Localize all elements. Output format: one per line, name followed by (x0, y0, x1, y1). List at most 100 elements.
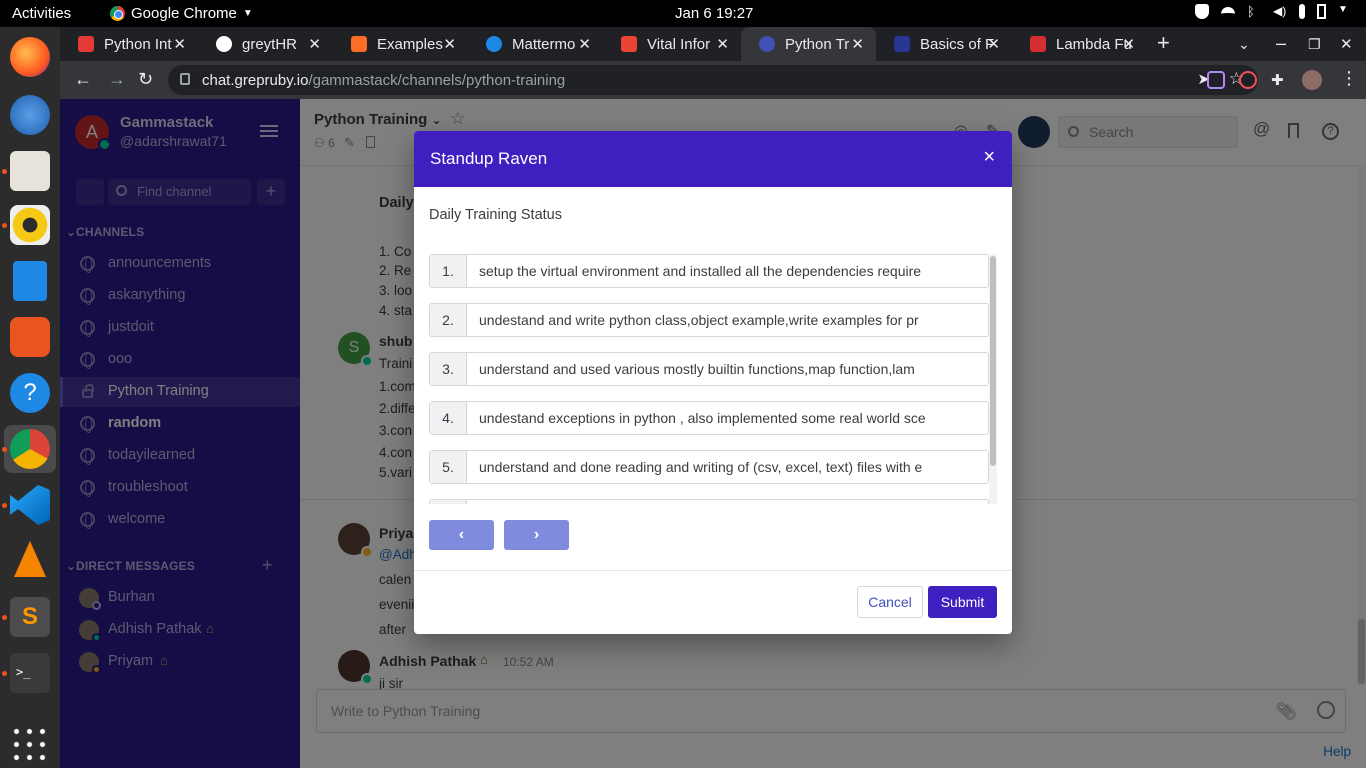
status-item-number: 3. (430, 353, 467, 385)
profile-avatar[interactable] (1302, 70, 1322, 90)
status-item-input[interactable]: understand and done reading and writing … (467, 451, 988, 483)
chevron-right-icon: › (533, 526, 540, 543)
status-item-input[interactable]: setup the virtual environment and instal… (467, 255, 988, 287)
files-icon[interactable] (10, 151, 50, 191)
status-item-number: 1. (430, 255, 467, 287)
status-item-row: 2. undestand and write python class,obje… (429, 303, 989, 337)
extension-record-icon[interactable] (1239, 71, 1257, 89)
cancel-button[interactable]: Cancel (857, 586, 923, 618)
status-item-input[interactable]: undestand and write python class,object … (467, 304, 988, 336)
url-host: chat.grepruby.io (202, 72, 309, 89)
close-tab-icon[interactable]: ✕ (716, 35, 729, 53)
close-tab-icon[interactable]: ✕ (1122, 35, 1135, 53)
close-tab-icon[interactable]: ✕ (443, 35, 456, 53)
app-dock: ? S >_ (0, 27, 60, 768)
status-item-row: 1. setup the virtual environment and ins… (429, 254, 989, 288)
status-item-row: 3. understand and used various mostly bu… (429, 352, 989, 386)
back-icon[interactable]: ← (74, 69, 92, 90)
tab-favicon-icon (894, 36, 910, 52)
new-tab-icon[interactable]: + (1157, 30, 1170, 56)
firefox-icon[interactable] (10, 37, 50, 77)
status-item-input[interactable] (467, 500, 988, 504)
chrome-menu-icon[interactable]: ⋮ (1340, 68, 1358, 89)
rhythmbox-icon[interactable] (10, 205, 50, 245)
status-item-number: 2. (430, 304, 467, 336)
running-indicator (2, 615, 7, 620)
close-window-icon[interactable]: ✕ (1340, 35, 1353, 53)
sublime-text-icon[interactable]: S (10, 597, 50, 637)
tab-title: Vital Infor (647, 35, 711, 53)
browser-tab[interactable]: Examples ✕ (333, 27, 468, 61)
url-path: /gammastack/channels/python-training (308, 72, 566, 89)
extensions-puzzle-icon[interactable]: ✚ (1271, 71, 1289, 89)
app-menu-label: Google Chrome (131, 5, 237, 22)
browser-tab[interactable]: Vital Infor ✕ (603, 27, 741, 61)
status-item-row: 5. understand and done reading and writi… (429, 450, 989, 484)
extension-screencast-icon[interactable] (1207, 71, 1225, 89)
chrome-icon[interactable] (10, 429, 50, 469)
modal-subtitle: Daily Training Status (429, 207, 562, 223)
show-apps-icon[interactable] (10, 725, 49, 764)
maximize-icon[interactable]: ❐ (1308, 36, 1321, 53)
close-tab-icon[interactable]: ✕ (578, 35, 591, 53)
running-indicator (2, 447, 7, 452)
close-tab-icon[interactable]: ✕ (851, 35, 864, 53)
status-item-input[interactable]: understand and used various mostly built… (467, 353, 988, 385)
vscode-icon[interactable] (10, 485, 50, 525)
minimize-icon[interactable]: – (1276, 33, 1286, 54)
browser-tab[interactable]: Mattermo ✕ (468, 27, 603, 61)
close-tab-icon[interactable]: ✕ (173, 35, 186, 53)
battery-icon (1317, 4, 1326, 19)
vlc-icon[interactable] (14, 541, 46, 577)
running-indicator (2, 503, 7, 508)
browser-tab[interactable]: Python Int ✕ (60, 27, 198, 61)
tab-search-icon[interactable]: ⌄ (1238, 36, 1250, 53)
lock-icon (180, 73, 190, 85)
previous-page-button[interactable]: ‹ (429, 520, 494, 550)
volume-icon: ◀) (1273, 4, 1287, 18)
status-list-scrollbar-thumb[interactable] (990, 256, 996, 466)
activities-button[interactable]: Activities (12, 5, 71, 22)
caret-down-icon: ▼ (1338, 4, 1348, 15)
clock[interactable]: Jan 6 19:27 (675, 5, 753, 22)
close-tab-icon[interactable]: ✕ (987, 35, 1000, 53)
chevron-left-icon: ‹ (458, 526, 465, 543)
status-item-row: 4. undestand exceptions in python , also… (429, 401, 989, 435)
shield-icon (1195, 4, 1209, 19)
forward-icon[interactable]: → (108, 69, 126, 90)
microphone-icon (1299, 4, 1305, 19)
app-menu[interactable]: Google Chrome ▼ (110, 5, 253, 22)
tab-favicon-icon (486, 36, 502, 52)
writer-icon[interactable] (13, 261, 47, 301)
browser-tab[interactable]: Basics of F ✕ (876, 27, 1012, 61)
status-item-number: 4. (430, 402, 467, 434)
status-item-list: 1. setup the virtual environment and ins… (429, 254, 997, 504)
next-page-button[interactable]: › (504, 520, 569, 550)
browser-tab-active[interactable]: Python Tr ✕ (741, 27, 876, 61)
bluetooth-icon: ᛒ (1247, 4, 1255, 19)
running-indicator (2, 169, 7, 174)
close-tab-icon[interactable]: ✕ (308, 35, 321, 53)
help-icon[interactable]: ? (10, 373, 50, 413)
tab-title: Basics of F (920, 35, 995, 53)
close-icon[interactable]: × (983, 147, 995, 167)
thunderbird-icon[interactable] (10, 95, 50, 135)
browser-tab[interactable]: Lambda Fu ✕ (1012, 27, 1147, 61)
system-tray[interactable]: ᛒ ◀) ▼ (1195, 4, 1352, 19)
address-bar[interactable]: chat.grepruby.io/gammastack/channels/pyt… (168, 65, 1258, 95)
modal-header: Standup Raven × (414, 131, 1012, 187)
system-top-bar: Activities Google Chrome ▼ Jan 6 19:27 ᛒ… (0, 0, 1366, 27)
running-indicator (2, 223, 7, 228)
tab-favicon-icon (351, 36, 367, 52)
browser-tab[interactable]: greytHR ✕ (198, 27, 333, 61)
modal-title: Standup Raven (430, 149, 548, 168)
url-text: chat.grepruby.io/gammastack/channels/pyt… (202, 72, 565, 89)
tab-favicon-icon (78, 36, 94, 52)
terminal-icon[interactable]: >_ (10, 653, 50, 693)
submit-button[interactable]: Submit (928, 586, 997, 618)
status-item-input[interactable]: undestand exceptions in python , also im… (467, 402, 988, 434)
wifi-icon (1221, 6, 1235, 17)
software-center-icon[interactable] (10, 317, 50, 357)
reload-icon[interactable]: ↻ (138, 69, 153, 90)
tab-title: Python Int (104, 35, 172, 53)
